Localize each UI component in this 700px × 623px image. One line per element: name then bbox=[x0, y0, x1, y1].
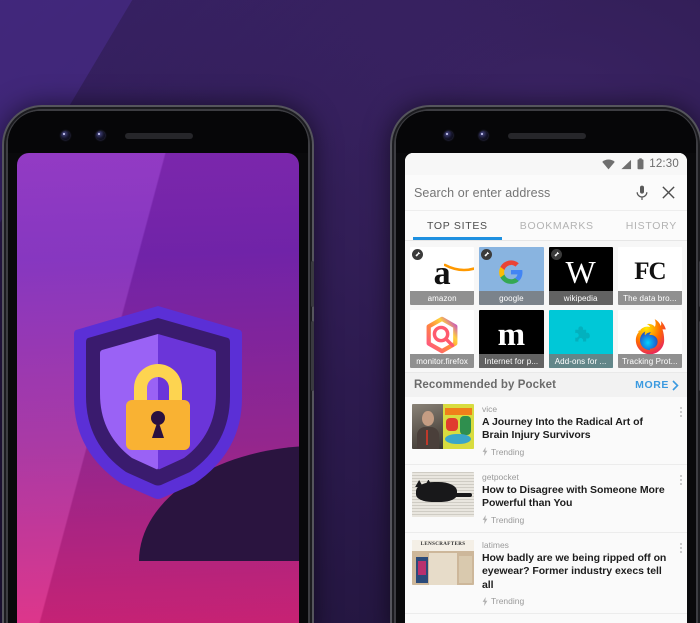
pocket-header: Recommended by Pocket MORE bbox=[405, 372, 687, 397]
trending-bolt-icon bbox=[482, 515, 488, 525]
pocket-trending-badge: Trending bbox=[482, 596, 669, 606]
pocket-headline: How to Disagree with Someone More Powerf… bbox=[482, 483, 665, 510]
top-site-label: wikipedia bbox=[548, 291, 613, 305]
right-phone-screen: 12:30 TOP SITESB bbox=[405, 153, 687, 623]
pocket-source: getpocket bbox=[482, 471, 519, 482]
fc-logo: FC bbox=[634, 257, 666, 285]
tab-label: BOOKMARKS bbox=[519, 219, 594, 232]
pocket-trending-badge: Trending bbox=[482, 447, 669, 457]
camera-glint-secondary bbox=[481, 132, 483, 135]
left-phone-screen bbox=[17, 153, 299, 623]
signal-icon bbox=[621, 159, 632, 169]
pocket-trending-label: Trending bbox=[491, 596, 525, 607]
mozilla-m-logo: m bbox=[497, 316, 526, 353]
close-icon[interactable] bbox=[659, 184, 677, 202]
tab-top-sites[interactable]: TOP SITES bbox=[411, 211, 504, 240]
pocket-more-button[interactable]: MORE bbox=[635, 379, 679, 391]
pin-icon[interactable] bbox=[412, 249, 423, 260]
addons-puzzle-logo bbox=[568, 326, 594, 348]
camera-glint bbox=[446, 132, 448, 135]
battery-icon bbox=[637, 158, 644, 170]
top-site-label: google bbox=[479, 291, 544, 305]
left-phone-bezel bbox=[8, 111, 308, 153]
wikipedia-logo: W bbox=[565, 253, 596, 290]
tab-label: TOP SITES bbox=[427, 219, 488, 232]
volume-button[interactable] bbox=[311, 321, 314, 391]
status-bar: 12:30 bbox=[405, 153, 687, 175]
top-site-label: Internet for p... bbox=[479, 354, 544, 368]
pocket-trending-badge: Trending bbox=[482, 515, 669, 525]
status-time: 12:30 bbox=[649, 158, 679, 170]
shield-lock-illustration bbox=[70, 302, 246, 502]
pocket-trending-label: Trending bbox=[491, 446, 525, 457]
top-site-label: Tracking Prot... bbox=[617, 354, 682, 368]
power-button[interactable] bbox=[311, 261, 314, 307]
pin-icon[interactable] bbox=[550, 249, 562, 260]
pocket-title: Recommended by Pocket bbox=[414, 379, 557, 391]
right-phone-inner: 12:30 TOP SITESB bbox=[396, 111, 696, 623]
pocket-item-menu-button[interactable] bbox=[680, 542, 682, 553]
pocket-item-menu-button[interactable] bbox=[680, 474, 682, 485]
pocket-list[interactable]: vice A Journey Into the Radical Art of B… bbox=[405, 397, 687, 615]
pocket-source: vice bbox=[482, 404, 498, 414]
trending-bolt-icon bbox=[482, 447, 488, 457]
firefox-logo bbox=[630, 318, 670, 356]
pocket-item[interactable]: vice A Journey Into the Radical Art of B… bbox=[405, 397, 687, 465]
top-site-label: amazon bbox=[410, 291, 475, 305]
pocket-item-body: latimes How badly are we being ripped of… bbox=[482, 540, 679, 606]
pocket-item[interactable]: LENSCRAFTERS latimes How badly are we be… bbox=[405, 532, 687, 615]
pocket-trending-label: Trending bbox=[491, 514, 525, 525]
url-bar[interactable] bbox=[405, 175, 687, 211]
pocket-item-body: getpocket How to Disagree with Someone M… bbox=[482, 472, 679, 525]
pocket-item[interactable]: getpocket How to Disagree with Someone M… bbox=[405, 464, 687, 533]
top-site-tile[interactable]: Tracking Prot... bbox=[617, 310, 682, 368]
camera-glint-secondary bbox=[98, 132, 100, 135]
left-phone-inner bbox=[8, 111, 308, 623]
top-site-tile[interactable]: Wwikipedia bbox=[548, 247, 613, 305]
pocket-headline: How badly are we being ripped off on eye… bbox=[482, 551, 667, 591]
top-site-label: Add-ons for ... bbox=[548, 354, 613, 368]
right-phone-bezel bbox=[396, 111, 696, 153]
google-logo bbox=[498, 260, 524, 285]
top-site-tile[interactable]: monitor.firefox bbox=[410, 310, 475, 368]
top-site-label: The data bro... bbox=[617, 291, 682, 305]
chevron-right-icon bbox=[672, 379, 679, 391]
top-site-tile[interactable]: FC The data bro... bbox=[617, 247, 682, 305]
top-site-tile[interactable]: google bbox=[479, 247, 544, 305]
tab-history[interactable]: HISTORY bbox=[610, 211, 687, 240]
trending-bolt-icon bbox=[482, 596, 488, 606]
panel-tabs[interactable]: TOP SITES BOOKMARKS HISTORY bbox=[405, 211, 687, 241]
tab-label: HISTORY bbox=[625, 219, 677, 232]
top-site-label: monitor.firefox bbox=[410, 354, 475, 368]
shield-svg bbox=[74, 305, 242, 499]
wifi-icon bbox=[602, 159, 615, 169]
pocket-thumbnail: LENSCRAFTERS bbox=[412, 539, 474, 585]
pin-icon[interactable] bbox=[481, 249, 493, 260]
top-site-tile[interactable]: a amazon bbox=[410, 247, 475, 305]
firefox-monitor-logo bbox=[423, 316, 461, 354]
pocket-item-body: vice A Journey Into the Radical Art of B… bbox=[482, 404, 679, 457]
pocket-thumbnail bbox=[412, 404, 474, 449]
right-phone-device: 12:30 TOP SITESB bbox=[396, 111, 700, 623]
camera-glint bbox=[63, 132, 65, 135]
pocket-item-menu-button[interactable] bbox=[680, 407, 682, 417]
search-input[interactable] bbox=[414, 185, 625, 200]
left-phone-device bbox=[8, 111, 314, 623]
earpiece-speaker bbox=[508, 133, 586, 139]
microphone-icon[interactable] bbox=[633, 184, 651, 202]
earpiece-speaker bbox=[125, 133, 193, 139]
top-site-tile[interactable]: Add-ons for ... bbox=[548, 310, 613, 368]
top-site-tile[interactable]: m Internet for p... bbox=[479, 310, 544, 368]
top-sites-grid[interactable]: a amazon google Wwikipedia FC The data bro… bbox=[405, 241, 687, 372]
tab-bookmarks[interactable]: BOOKMARKS bbox=[504, 211, 610, 240]
amazon-logo: a bbox=[434, 256, 475, 290]
pocket-headline: A Journey Into the Radical Art of Brain … bbox=[482, 416, 643, 442]
pocket-source: latimes bbox=[482, 539, 509, 550]
pocket-thumbnail bbox=[412, 471, 474, 517]
pocket-more-label: MORE bbox=[635, 379, 669, 391]
